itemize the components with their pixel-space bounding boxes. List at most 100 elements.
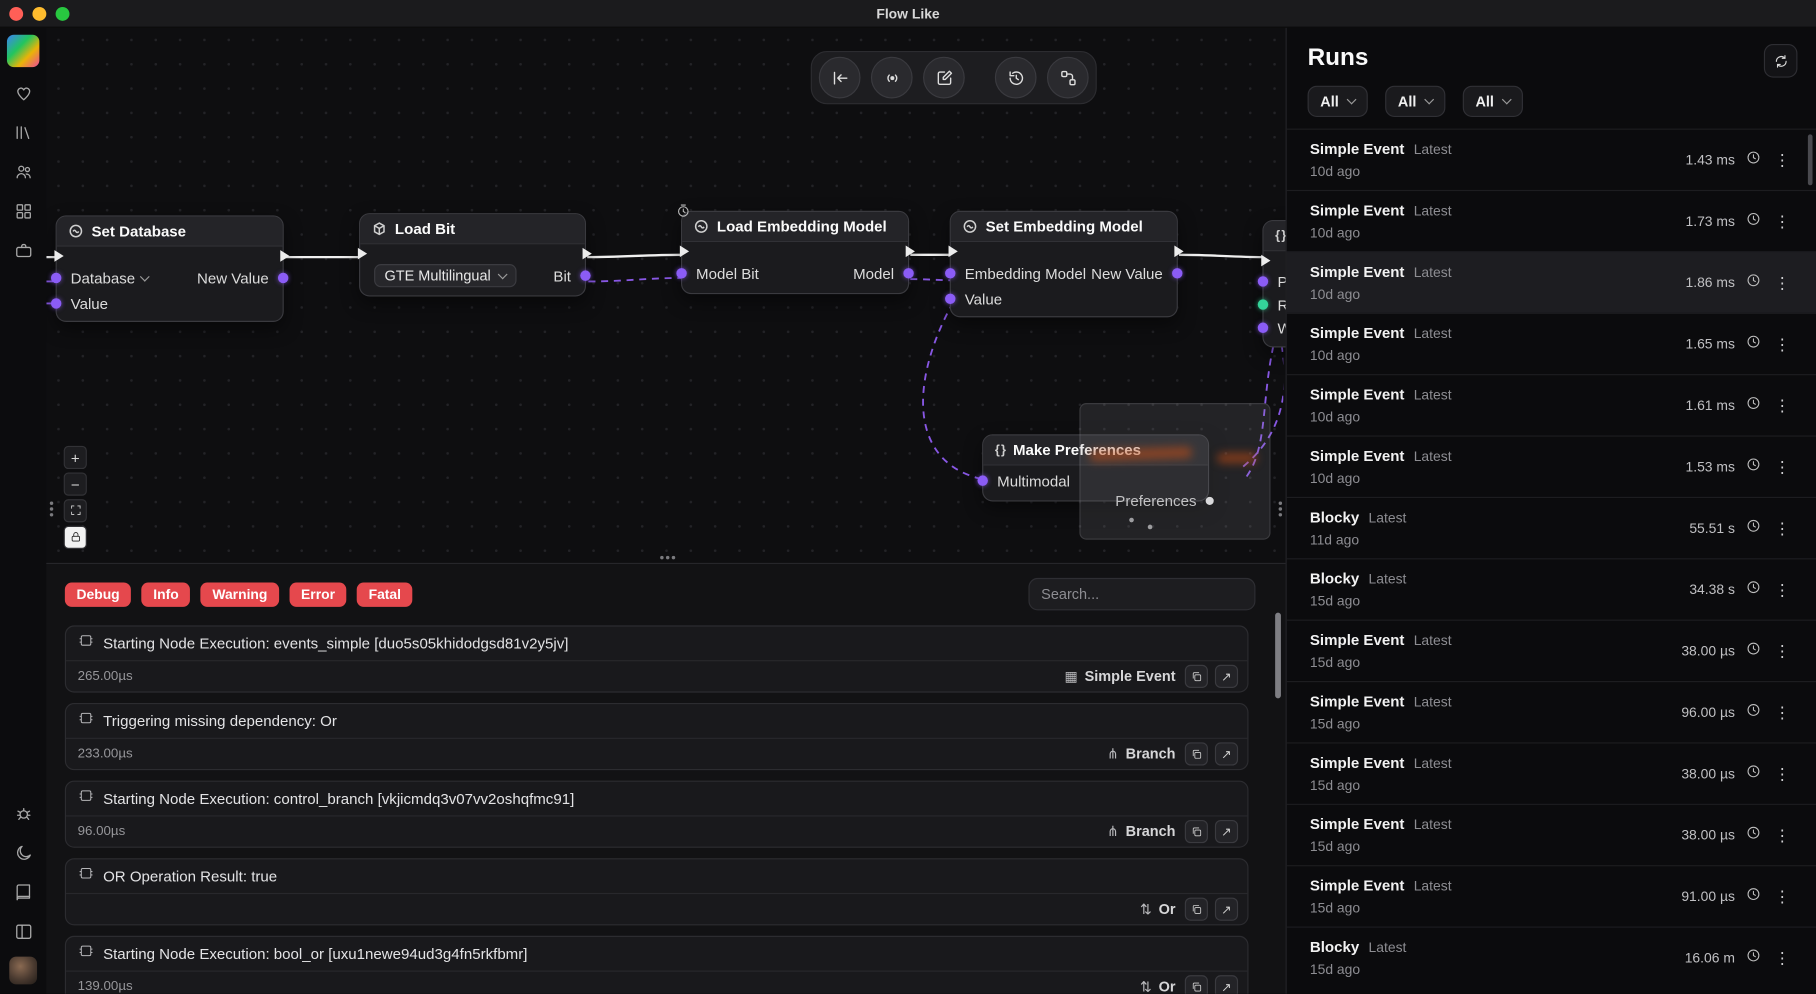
node-header[interactable]: { }: [1264, 221, 1286, 251]
copy-log-button[interactable]: [1185, 742, 1208, 765]
open-log-button[interactable]: ↗: [1215, 975, 1238, 994]
run-row[interactable]: Simple Event Latest 15d ago 96.00 µs ⋮: [1287, 681, 1816, 742]
app-logo[interactable]: [7, 35, 39, 67]
model-pin[interactable]: Model: [853, 265, 894, 282]
log-level-filter-chip[interactable]: Warning: [201, 582, 279, 606]
run-menu-button[interactable]: ⋮: [1772, 580, 1793, 600]
run-menu-button[interactable]: ⋮: [1772, 150, 1793, 170]
exec-in-pin[interactable]: [680, 246, 689, 258]
log-level-filter-chip[interactable]: Debug: [65, 582, 131, 606]
run-row[interactable]: Simple Event Latest 15d ago 38.00 µs ⋮: [1287, 804, 1816, 865]
run-menu-button[interactable]: ⋮: [1772, 825, 1793, 845]
truncated-pin-1[interactable]: Pr: [1277, 273, 1285, 290]
library-icon[interactable]: [9, 118, 37, 146]
copy-log-button[interactable]: [1185, 820, 1208, 843]
multimodal-pin-dot[interactable]: [977, 475, 987, 485]
new-value-pin-dot[interactable]: [1172, 268, 1182, 278]
zoom-out-button[interactable]: −: [64, 473, 87, 496]
run-row[interactable]: Blocky Latest 11d ago 55.51 s ⋮: [1287, 497, 1816, 558]
log-entry[interactable]: OR Operation Result: true ⇅ Or ↗: [65, 858, 1249, 925]
new-value-pin[interactable]: New Value: [197, 269, 269, 286]
left-panel-resize-handle[interactable]: [47, 498, 55, 519]
log-level-filter-chip[interactable]: Error: [289, 582, 346, 606]
log-entry[interactable]: Starting Node Execution: bool_or [uxu1ne…: [65, 936, 1249, 994]
run-menu-button[interactable]: ⋮: [1772, 334, 1793, 354]
workflow-button[interactable]: [1047, 57, 1089, 99]
panel-layout-icon[interactable]: [9, 917, 37, 945]
pin-dot[interactable]: [1258, 276, 1268, 286]
copy-log-button[interactable]: [1185, 898, 1208, 921]
history-button[interactable]: [995, 57, 1037, 99]
run-row[interactable]: Blocky Latest 15d ago 34.38 s ⋮: [1287, 558, 1816, 619]
users-icon[interactable]: [9, 158, 37, 186]
copy-log-button[interactable]: [1185, 665, 1208, 688]
run-row[interactable]: Simple Event Latest 15d ago 38.00 µs ⋮: [1287, 742, 1816, 803]
debug-bug-icon[interactable]: [9, 799, 37, 827]
database-pin-dot[interactable]: [51, 273, 61, 283]
docs-book-icon[interactable]: [9, 878, 37, 906]
run-menu-button[interactable]: ⋮: [1772, 887, 1793, 907]
new-value-pin[interactable]: New Value: [1091, 265, 1163, 282]
fit-view-button[interactable]: [64, 499, 87, 522]
exec-in-pin[interactable]: [54, 250, 63, 262]
run-menu-button[interactable]: ⋮: [1772, 641, 1793, 661]
user-avatar[interactable]: [9, 957, 37, 985]
run-row[interactable]: Simple Event Latest 10d ago 1.53 ms ⋮: [1287, 435, 1816, 496]
exec-out-pin[interactable]: [906, 246, 915, 258]
step-into-button[interactable]: [819, 57, 861, 99]
runs-filter-select[interactable]: All: [1385, 86, 1445, 117]
model-bit-pin-dot[interactable]: [676, 268, 686, 278]
exec-in-pin[interactable]: [358, 248, 367, 260]
value-pin[interactable]: Value: [965, 290, 1002, 307]
node-truncated-right[interactable]: { } Pr Re W: [1262, 220, 1285, 347]
broadcast-button[interactable]: [871, 57, 913, 99]
value-pin[interactable]: Value: [71, 295, 108, 312]
database-pin[interactable]: Database: [71, 269, 148, 286]
open-log-button[interactable]: ↗: [1215, 820, 1238, 843]
copy-log-button[interactable]: [1185, 975, 1208, 994]
exec-in-pin[interactable]: [949, 246, 958, 258]
bit-select[interactable]: GTE Multilingual: [374, 264, 516, 287]
log-search-input[interactable]: [1028, 578, 1255, 610]
run-row[interactable]: Simple Event Latest 10d ago 1.65 ms ⋮: [1287, 313, 1816, 374]
run-menu-button[interactable]: ⋮: [1772, 948, 1793, 968]
exec-in-pin[interactable]: [1261, 255, 1270, 267]
run-menu-button[interactable]: ⋮: [1772, 273, 1793, 293]
zoom-in-button[interactable]: +: [64, 446, 87, 469]
log-entry[interactable]: Starting Node Execution: events_simple […: [65, 625, 1249, 692]
model-bit-pin[interactable]: Model Bit: [696, 265, 759, 282]
node-load-embedding-model[interactable]: Load Embedding Model Model Bit Model: [681, 211, 909, 294]
new-value-pin-dot[interactable]: [278, 273, 288, 283]
log-level-filter-chip[interactable]: Fatal: [357, 582, 413, 606]
run-row[interactable]: Simple Event Latest 10d ago 1.43 ms ⋮: [1287, 129, 1816, 190]
log-entry[interactable]: Starting Node Execution: control_branch …: [65, 781, 1249, 848]
favorites-heart-icon[interactable]: [9, 79, 37, 107]
exec-out-pin[interactable]: [280, 250, 289, 262]
run-menu-button[interactable]: ⋮: [1772, 211, 1793, 231]
node-header[interactable]: Load Embedding Model: [682, 212, 908, 242]
run-row[interactable]: Simple Event Latest 10d ago 1.86 ms ⋮: [1287, 251, 1816, 312]
run-row[interactable]: Simple Event Latest 10d ago 1.61 ms ⋮: [1287, 374, 1816, 435]
value-pin-dot[interactable]: [945, 294, 955, 304]
bit-pin[interactable]: Bit: [553, 267, 571, 284]
node-header[interactable]: Set Embedding Model: [951, 212, 1177, 242]
runs-scrollbar[interactable]: [1808, 134, 1813, 185]
run-menu-button[interactable]: ⋮: [1772, 518, 1793, 538]
run-row[interactable]: Blocky Latest 15d ago 16.06 m ⋮: [1287, 927, 1816, 988]
run-row[interactable]: Simple Event Latest 10d ago 1.73 ms ⋮: [1287, 190, 1816, 251]
node-set-database[interactable]: Set Database Database New Value V: [56, 215, 284, 322]
runs-filter-select[interactable]: All: [1308, 86, 1368, 117]
exec-out-pin[interactable]: [583, 248, 592, 260]
run-menu-button[interactable]: ⋮: [1772, 396, 1793, 416]
node-set-embedding-model[interactable]: Set Embedding Model Embedding Model New …: [950, 211, 1178, 318]
truncated-pin-2[interactable]: Re: [1277, 296, 1285, 313]
multimodal-pin[interactable]: Multimodal: [997, 472, 1070, 489]
refresh-runs-button[interactable]: [1764, 44, 1798, 78]
dark-mode-moon-icon[interactable]: [9, 839, 37, 867]
log-panel-resize-handle[interactable]: [657, 554, 678, 562]
log-scrollbar[interactable]: [1275, 613, 1281, 699]
annotate-button[interactable]: [923, 57, 965, 99]
open-log-button[interactable]: ↗: [1215, 898, 1238, 921]
run-menu-button[interactable]: ⋮: [1772, 457, 1793, 477]
model-pin-dot[interactable]: [903, 268, 913, 278]
